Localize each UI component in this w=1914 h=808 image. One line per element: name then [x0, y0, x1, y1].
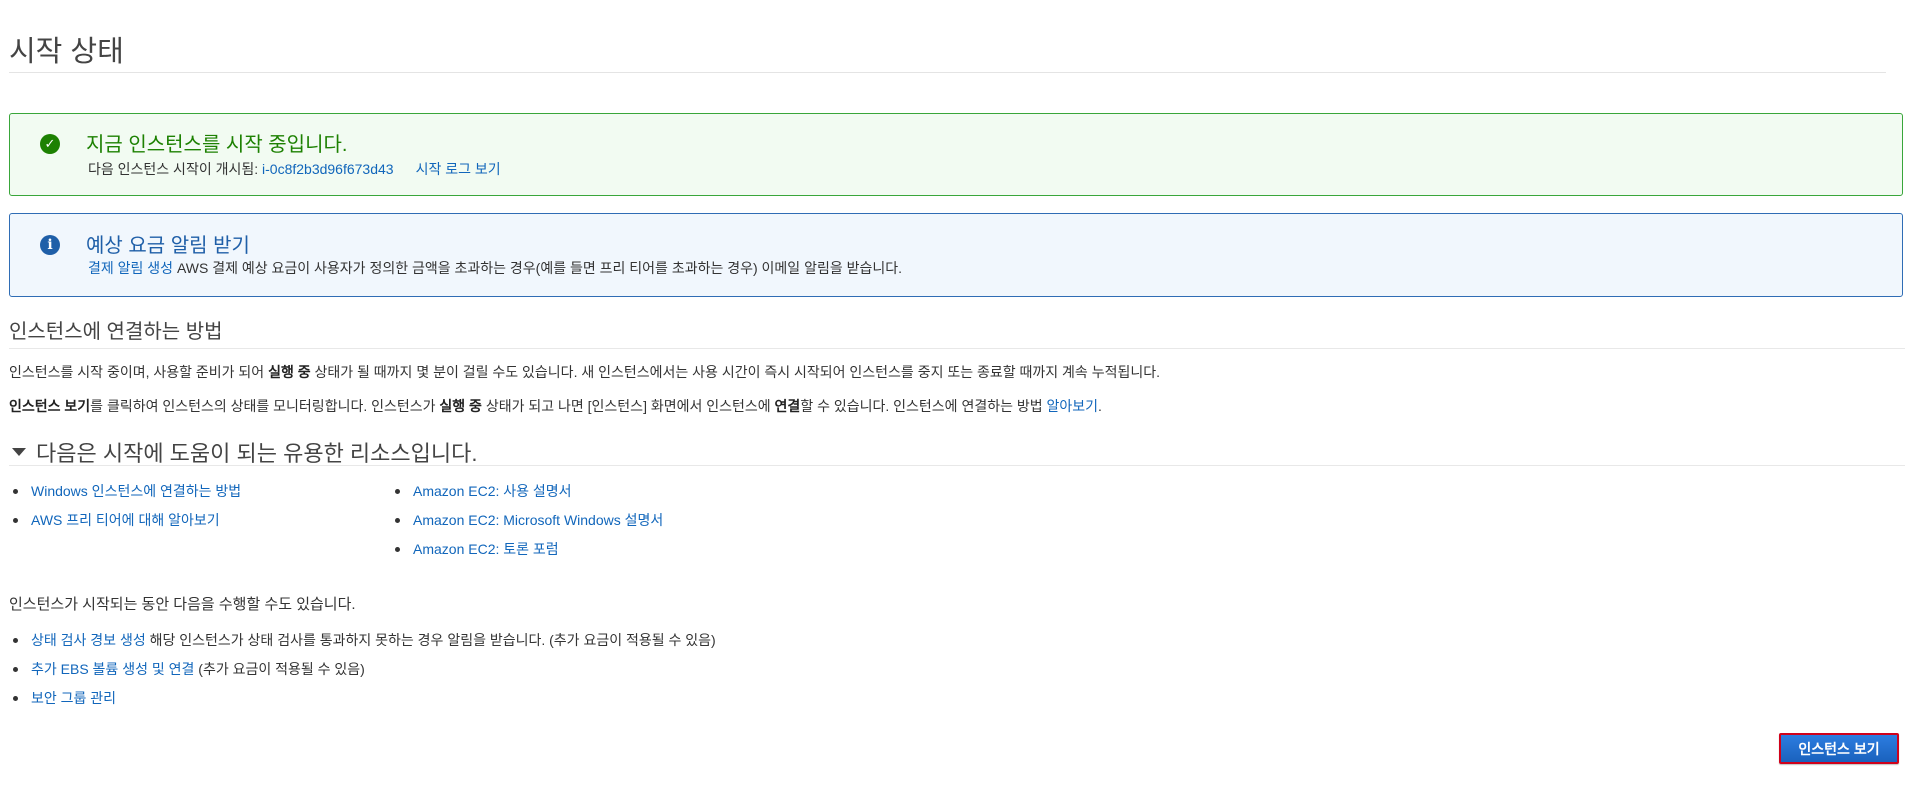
launch-success-alert: ✓ 지금 인스턴스를 시작 중입니다. 다음 인스턴스 시작이 개시됨: i-0…: [9, 113, 1903, 196]
info-alert-body: 결제 알림 생성 AWS 결제 예상 요금이 사용자가 정의한 금액을 초과하는…: [88, 258, 902, 278]
p1-text-c: 상태가 될 때까지 몇 분이 걸릴 수도 있습니다. 새 인스턴스에서는 사용 …: [310, 364, 1160, 380]
p2-bold-running: 실행 중: [439, 398, 482, 414]
list-item: Amazon EC2: 사용 설명서: [391, 482, 663, 511]
resource-link-free-tier[interactable]: AWS 프리 티어에 대해 알아보기: [31, 512, 220, 528]
title-divider: [9, 72, 1886, 73]
instance-id-link[interactable]: i-0c8f2b3d96f673d43: [262, 161, 394, 177]
launch-status-page: 시작 상태 ✓ 지금 인스턴스를 시작 중입니다. 다음 인스턴스 시작이 개시…: [0, 0, 1914, 808]
resource-link-windows-connect[interactable]: Windows 인스턴스에 연결하는 방법: [31, 483, 241, 499]
billing-alert-info: i 예상 요금 알림 받기 결제 알림 생성 AWS 결제 예상 요금이 사용자…: [9, 213, 1903, 297]
info-alert-text: AWS 결제 예상 요금이 사용자가 정의한 금액을 초과하는 경우(예를 들면…: [173, 260, 903, 276]
create-billing-alert-link[interactable]: 결제 알림 생성: [88, 260, 173, 276]
resource-link-ec2-windows-guide[interactable]: Amazon EC2: Microsoft Windows 설명서: [413, 512, 663, 528]
resources-divider: [9, 465, 1905, 466]
resources-list-right: Amazon EC2: 사용 설명서 Amazon EC2: Microsoft…: [391, 482, 663, 569]
list-item: Windows 인스턴스에 연결하는 방법: [9, 482, 241, 511]
p2-bold-connect: 연결: [774, 398, 801, 414]
learn-more-link[interactable]: 알아보기: [1047, 398, 1099, 414]
p2-text-f: 할 수 있습니다. 인스턴스에 연결하는 방법: [800, 398, 1047, 414]
p1-bold-running: 실행 중: [268, 364, 311, 380]
connect-section-heading: 인스턴스에 연결하는 방법: [9, 321, 223, 343]
info-alert-title: 예상 요금 알림 받기: [86, 235, 250, 257]
info-icon: i: [40, 235, 60, 255]
manage-security-groups-link[interactable]: 보안 그룹 관리: [31, 690, 116, 706]
check-circle-icon: ✓: [40, 134, 60, 154]
list-item: 추가 EBS 볼륨 생성 및 연결 (추가 요금이 적용될 수 있음): [9, 660, 716, 689]
connect-paragraph-2: 인스턴스 보기를 클릭하여 인스턴스의 상태를 모니터링합니다. 인스턴스가 실…: [9, 396, 1102, 416]
connect-paragraph-1: 인스턴스를 시작 중이며, 사용할 준비가 되어 실행 중 상태가 될 때까지 …: [9, 362, 1160, 382]
view-instances-button[interactable]: 인스턴스 보기: [1779, 733, 1899, 764]
view-launch-log-link[interactable]: 시작 로그 보기: [416, 161, 501, 177]
success-alert-body: 다음 인스턴스 시작이 개시됨: i-0c8f2b3d96f673d43 시작 로…: [88, 159, 501, 179]
p2-bold-view-instances: 인스턴스 보기: [9, 398, 91, 414]
ebs-volume-note: (추가 요금이 적용될 수 있음): [194, 661, 365, 677]
status-alarm-note: 해당 인스턴스가 상태 검사를 통과하지 못하는 경우 알림을 받습니다. (추…: [145, 632, 716, 648]
p2-text-end: .: [1098, 398, 1102, 414]
resource-link-ec2-user-guide[interactable]: Amazon EC2: 사용 설명서: [413, 483, 572, 499]
list-item: 보안 그룹 관리: [9, 689, 716, 718]
list-item: AWS 프리 티어에 대해 알아보기: [9, 511, 241, 540]
section-divider: [9, 348, 1905, 349]
resources-toggle[interactable]: 다음은 시작에 도움이 되는 유용한 리소스입니다.: [9, 436, 477, 468]
list-item: Amazon EC2: 토론 포럼: [391, 540, 663, 569]
resources-heading: 다음은 시작에 도움이 되는 유용한 리소스입니다.: [36, 441, 478, 466]
success-alert-title: 지금 인스턴스를 시작 중입니다.: [86, 134, 348, 156]
resource-link-ec2-forum[interactable]: Amazon EC2: 토론 포럼: [413, 541, 559, 557]
success-alert-prefix: 다음 인스턴스 시작이 개시됨:: [88, 161, 263, 177]
create-ebs-volume-link[interactable]: 추가 EBS 볼륨 생성 및 연결: [31, 661, 194, 677]
list-item: Amazon EC2: Microsoft Windows 설명서: [391, 511, 663, 540]
while-launching-intro: 인스턴스가 시작되는 동안 다음을 수행할 수도 있습니다.: [9, 596, 356, 613]
p2-text-d: 상태가 되고 나면 [인스턴스] 화면에서 인스턴스에: [481, 398, 775, 414]
p1-text-a: 인스턴스를 시작 중이며, 사용할 준비가 되어: [9, 364, 269, 380]
create-status-alarm-link[interactable]: 상태 검사 경보 생성: [31, 632, 146, 648]
resources-list-left: Windows 인스턴스에 연결하는 방법 AWS 프리 티어에 대해 알아보기: [9, 482, 241, 540]
while-launching-list: 상태 검사 경보 생성 해당 인스턴스가 상태 검사를 통과하지 못하는 경우 …: [9, 631, 716, 718]
page-title: 시작 상태: [9, 36, 124, 68]
caret-down-icon: [12, 448, 26, 456]
p2-text-b: 를 클릭하여 인스턴스의 상태를 모니터링합니다. 인스턴스가: [90, 398, 440, 414]
list-item: 상태 검사 경보 생성 해당 인스턴스가 상태 검사를 통과하지 못하는 경우 …: [9, 631, 716, 660]
